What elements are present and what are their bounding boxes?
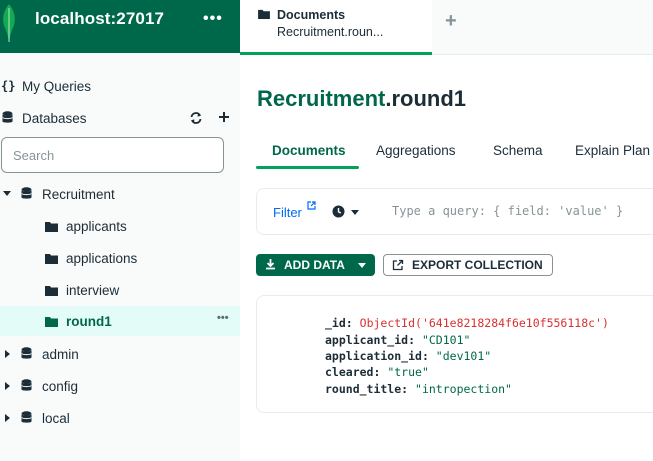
field-value: "dev101" [435,349,492,363]
folder-icon [45,222,58,232]
filter-link[interactable]: Filter [273,205,302,220]
namespace-title: Recruitment.round1 [257,86,466,112]
history-clock-icon[interactable] [332,205,345,218]
chevron-down-icon[interactable] [351,210,359,215]
sidebar-item-admin[interactable]: admin [0,340,240,368]
connection-title: localhost:27017 [35,9,165,28]
database-icon [21,347,32,359]
curly-braces-icon: {} [1,79,16,93]
database-name: Recruitment [42,186,115,202]
field-key: applicant_id [325,333,409,347]
tab-documents[interactable]: Documents Recruitment.roun... [240,0,432,55]
folder-icon [258,9,270,19]
database-icon [21,379,32,391]
field-key: application_id [325,349,422,363]
tab-title: Documents [277,8,346,22]
export-collection-button[interactable]: EXPORT COLLECTION [383,254,553,276]
namespace-collection: .round1 [385,86,467,111]
sidebar-search[interactable] [1,137,224,173]
collection-name: applicants [66,218,127,234]
chevron-down-icon[interactable] [3,191,11,196]
document-field-application-id: application_id: "dev101" [325,349,492,363]
sidebar-item-applications[interactable]: applications [0,244,240,272]
sidebar-item-applicants[interactable]: applicants [0,212,240,240]
search-input[interactable] [2,138,223,172]
main-panel: Documents Recruitment.roun... + Recruitm… [240,0,653,461]
folder-icon [45,286,58,296]
databases-label: Databases [22,110,87,126]
external-link-icon[interactable] [307,201,316,210]
field-value: "true" [387,365,429,379]
subtab-documents[interactable]: Documents [272,143,346,158]
connection-header: localhost:27017 ••• [0,0,240,53]
refresh-icon[interactable] [189,111,203,125]
collection-name: applications [66,250,138,266]
field-key: round_title [325,382,402,396]
subtab-explain-plan[interactable]: Explain Plan [575,143,650,158]
connection-more-button[interactable]: ••• [203,10,223,28]
database-icon [21,187,32,199]
document-card[interactable]: _id: ObjectId('641e8218284f6e10f556118c'… [256,295,653,413]
sidebar-item-round1[interactable]: round1 ••• [0,306,240,336]
sidebar-item-interview[interactable]: interview [0,276,240,304]
document-field-round-title: round_title: "intropection" [325,382,512,396]
field-key: _id [325,316,346,330]
chevron-right-icon[interactable] [5,382,10,390]
field-value: "CD101" [421,333,471,347]
add-data-label: ADD DATA [284,258,345,272]
new-tab-button[interactable]: + [445,10,457,33]
chevron-right-icon[interactable] [5,414,10,422]
collection-more-button[interactable]: ••• [217,312,229,324]
sidebar-item-local[interactable]: local [0,404,240,432]
add-data-button[interactable]: ADD DATA [256,254,375,276]
database-name: admin [42,346,79,362]
database-name: config [42,378,79,394]
collection-name: interview [66,282,120,298]
folder-icon [45,254,58,264]
collection-name: round1 [66,313,112,329]
sidebar-item-my-queries[interactable]: {} My Queries [0,72,240,100]
subtab-schema[interactable]: Schema [493,143,543,158]
database-icon [21,411,32,423]
tab-bar: Documents Recruitment.roun... + [240,0,653,55]
document-field-id: _id: ObjectId('641e8218284f6e10f556118c'… [325,316,609,330]
chevron-right-icon[interactable] [5,350,10,358]
field-key: cleared [325,365,374,379]
namespace-db: Recruitment [257,86,386,111]
sidebar: localhost:27017 ••• {} My Queries Databa… [0,0,240,461]
field-value: "intropection" [415,382,512,396]
database-name: local [42,410,70,426]
query-bar: Filter Type a query: { field: 'value' } [256,188,653,235]
sidebar-item-config[interactable]: config [0,372,240,400]
subtab-aggregations[interactable]: Aggregations [376,143,456,158]
tab-subtitle: Recruitment.roun... [277,25,384,39]
add-database-icon[interactable] [218,111,230,123]
database-icon [2,111,13,123]
document-field-cleared: cleared: "true" [325,365,429,379]
chevron-down-icon [358,263,366,268]
export-label: EXPORT COLLECTION [412,258,543,272]
folder-icon [45,317,58,327]
sidebar-item-recruitment[interactable]: Recruitment [0,180,240,208]
mongodb-leaf-icon [3,4,15,42]
active-subtab-indicator [256,166,359,169]
query-input[interactable]: Type a query: { field: 'value' } [392,204,623,218]
document-field-applicant-id: applicant_id: "CD101" [325,333,471,347]
field-value: ObjectId('641e8218284f6e10f556118c') [359,316,609,330]
sidebar-item-databases: Databases [0,104,240,132]
export-icon [392,259,404,271]
my-queries-label: My Queries [22,78,92,94]
download-icon [266,259,275,270]
